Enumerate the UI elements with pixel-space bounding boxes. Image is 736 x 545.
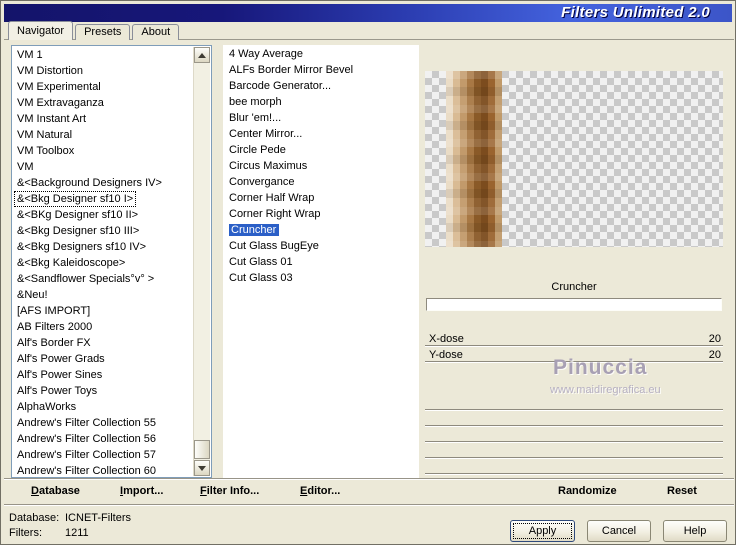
slider-groove xyxy=(425,457,723,459)
tab[interactable]: About xyxy=(132,24,180,40)
category-list[interactable]: VM 1 VM Distortion VM Experimental VM Extra… xyxy=(11,45,212,478)
filter-item[interactable]: Blur 'em!... xyxy=(223,110,419,126)
category-item[interactable]: Alf's Power Sines xyxy=(14,367,105,383)
filter-item[interactable]: Corner Half Wrap xyxy=(223,190,419,206)
param-slider-row-empty[interactable] xyxy=(425,396,723,412)
param-slider-row-empty[interactable] xyxy=(425,428,723,444)
database-status-value: ICNET-Filters xyxy=(65,512,131,524)
filter-item[interactable]: Center Mirror... xyxy=(223,126,419,142)
category-item[interactable]: AB Filters 2000 xyxy=(14,319,95,335)
slider-groove xyxy=(425,345,723,347)
filter-item[interactable]: Cut Glass 01 xyxy=(223,254,419,270)
scroll-up-button[interactable] xyxy=(194,47,210,63)
category-item[interactable]: &<BKg Designer sf10 II> xyxy=(14,207,141,223)
import-button[interactable]: Import... xyxy=(120,485,163,497)
filter-item[interactable]: Cut Glass BugEye xyxy=(223,238,419,254)
cancel-button[interactable]: Cancel xyxy=(587,520,651,542)
preview-area xyxy=(425,71,723,247)
status-divider xyxy=(4,504,734,506)
scroll-down-button[interactable] xyxy=(194,460,210,476)
param-label: X-dose xyxy=(429,333,464,345)
category-item[interactable]: &<Bkg Designers sf10 IV> xyxy=(14,239,149,255)
tab[interactable]: Presets xyxy=(75,24,131,40)
scroll-up-icon xyxy=(198,53,206,58)
param-label: Y-dose xyxy=(429,349,463,361)
filters-count-label: Filters: xyxy=(9,527,42,539)
filter-item[interactable]: ALFs Border Mirror Bevel xyxy=(223,62,419,78)
category-item[interactable]: &<Bkg Designer sf10 I> xyxy=(14,191,137,207)
filter-info-button[interactable]: Filter Info... xyxy=(200,485,259,497)
filter-item[interactable]: Barcode Generator... xyxy=(223,78,419,94)
category-item[interactable]: Alf's Power Toys xyxy=(14,383,100,399)
toolbar-divider xyxy=(4,478,734,480)
category-item[interactable]: &<Bkg Kaleidoscope> xyxy=(14,255,128,271)
category-item[interactable]: Andrew's Filter Collection 55 xyxy=(14,415,159,431)
filter-item[interactable]: bee morph xyxy=(223,94,419,110)
category-item[interactable]: &<Bkg Designer sf10 III> xyxy=(14,223,142,239)
category-item[interactable]: &<Sandflower Specials°v° > xyxy=(14,271,157,287)
filter-item[interactable]: Convergance xyxy=(223,174,419,190)
slider-groove xyxy=(425,409,723,411)
category-item[interactable]: VM Distortion xyxy=(14,63,86,79)
help-button[interactable]: Help xyxy=(663,520,727,542)
param-slider-row-empty[interactable] xyxy=(425,444,723,460)
category-item[interactable]: Andrew's Filter Collection 56 xyxy=(14,431,159,447)
filter-item[interactable]: Corner Right Wrap xyxy=(223,206,419,222)
category-item[interactable]: Andrew's Filter Collection 57 xyxy=(14,447,159,463)
category-item[interactable]: VM xyxy=(14,159,37,175)
scroll-down-icon xyxy=(198,466,206,471)
window-title: Filters Unlimited 2.0 xyxy=(561,4,710,21)
tab-bar: Navigator Presets About xyxy=(8,21,181,40)
category-item[interactable]: VM Toolbox xyxy=(14,143,77,159)
category-item[interactable]: VM Instant Art xyxy=(14,111,89,127)
param-slider-row-empty[interactable] xyxy=(425,460,723,476)
category-item[interactable]: [AFS IMPORT] xyxy=(14,303,93,319)
titlebar: Filters Unlimited 2.0 xyxy=(4,4,732,22)
category-item[interactable]: Alf's Power Grads xyxy=(14,351,108,367)
category-item[interactable]: VM Natural xyxy=(14,127,75,143)
category-item[interactable]: VM 1 xyxy=(14,47,46,63)
apply-button[interactable]: Apply xyxy=(510,520,575,542)
watermark-name: Pinuccia xyxy=(553,356,648,379)
scrollbar-thumb[interactable] xyxy=(194,440,210,459)
filters-unlimited-window: Filters Unlimited 2.0 Navigator Presets Ab… xyxy=(0,0,736,545)
filter-item[interactable]: Circus Maximus xyxy=(223,158,419,174)
tab[interactable]: Navigator xyxy=(8,21,74,40)
filter-item[interactable]: 4 Way Average xyxy=(223,46,419,62)
watermark-url: www.maidiregrafica.eu xyxy=(550,384,661,396)
param-slider-row[interactable]: X-dose 20 xyxy=(425,332,723,348)
slider-groove xyxy=(425,473,723,475)
category-item[interactable]: Alf's Border FX xyxy=(14,335,94,351)
empty-parameter-rows xyxy=(425,396,723,476)
category-item[interactable]: &Neu! xyxy=(14,287,51,303)
database-button[interactable]: Database xyxy=(31,485,80,497)
filter-item[interactable]: Cut Glass 03 xyxy=(223,270,419,286)
category-item[interactable]: &<Background Designers IV> xyxy=(14,175,165,191)
randomize-button[interactable]: Randomize xyxy=(558,485,617,497)
filters-count-value: 1211 xyxy=(65,527,89,539)
slider-groove xyxy=(425,425,723,427)
param-slider-row-empty[interactable] xyxy=(425,412,723,428)
category-item[interactable]: VM Extravaganza xyxy=(14,95,107,111)
category-item[interactable]: Andrew's Filter Collection 60 xyxy=(14,463,159,477)
database-status-label: Database: xyxy=(9,512,60,524)
progress-bar xyxy=(426,298,722,311)
reset-button[interactable]: Reset xyxy=(667,485,697,497)
slider-groove xyxy=(425,441,723,443)
selected-filter-name: Cruncher xyxy=(551,281,597,293)
filter-item[interactable]: Circle Pede xyxy=(223,142,419,158)
param-value: 20 xyxy=(708,333,721,345)
filter-list[interactable]: 4 Way Average ALFs Border Mirror Bevel Bar… xyxy=(223,45,419,478)
filter-item[interactable]: Cruncher xyxy=(223,222,419,238)
editor-button[interactable]: Editor... xyxy=(300,485,340,497)
preview-image-stripe xyxy=(446,71,502,247)
category-item[interactable]: VM Experimental xyxy=(14,79,104,95)
category-scrollbar[interactable] xyxy=(193,47,210,476)
param-value: 20 xyxy=(708,349,721,361)
category-item[interactable]: AlphaWorks xyxy=(14,399,79,415)
